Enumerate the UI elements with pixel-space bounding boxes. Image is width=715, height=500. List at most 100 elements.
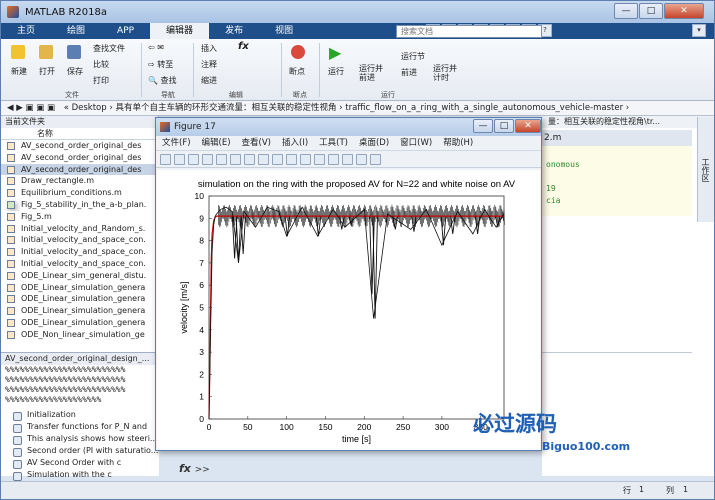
file-row[interactable]: ODE_Non_linear_simulation_ge <box>1 329 158 341</box>
command-window[interactable] <box>542 352 692 476</box>
file-row[interactable]: ODE_Linear_simulation_genera <box>1 293 158 305</box>
search-documentation-input[interactable]: 搜索文档 <box>396 25 542 38</box>
compare-button[interactable]: 比较 <box>93 59 109 70</box>
tab-home[interactable]: 主页 <box>1 23 51 39</box>
find-files-button[interactable]: 查找文件 <box>93 43 125 54</box>
hide-tools-icon[interactable] <box>356 153 367 165</box>
figure-minimize-button[interactable]: — <box>473 119 493 133</box>
save-button[interactable] <box>67 45 81 61</box>
editor-tab[interactable]: 2.m <box>542 130 692 146</box>
comment-button[interactable]: 注释 <box>201 59 217 70</box>
group-bp-label: 断点 <box>293 91 307 99</box>
name-column-header[interactable]: 名称 <box>1 128 158 140</box>
file-row[interactable]: Initial_velocity_and_space_con. <box>1 234 158 246</box>
fx-button[interactable]: fx <box>238 41 249 52</box>
run-section-button[interactable]: 运行节 <box>401 51 425 62</box>
section-item[interactable]: Initialization <box>1 409 159 421</box>
file-row[interactable]: ODE_Linear_simulation_genera <box>1 317 158 329</box>
file-row[interactable]: AV_second_order_original_des <box>1 163 158 176</box>
address-path: « Desktop › 具有单个自主车辆的环形交通流量：相互关联的稳定性视角 ›… <box>63 103 630 113</box>
brush-icon[interactable] <box>300 153 311 165</box>
run-time-button[interactable]: 运行并 计时 <box>433 64 457 82</box>
pan-icon[interactable] <box>258 153 269 165</box>
menu-window[interactable]: 窗口(W) <box>400 136 432 150</box>
file-row[interactable]: Initial_velocity_and_Random_s. <box>1 223 158 235</box>
menu-help[interactable]: 帮助(H) <box>443 136 473 150</box>
colorbar-icon[interactable] <box>328 153 339 165</box>
address-bar[interactable]: ◀ ▶ ▣ ▣ ▣ « Desktop › 具有单个自主车辆的环形交通流量：相互… <box>1 101 714 116</box>
y-tick-label: 8 <box>199 236 204 246</box>
new-button[interactable] <box>11 45 25 61</box>
file-row[interactable]: AV_second_order_original_des <box>1 152 158 164</box>
link-icon[interactable] <box>314 153 325 165</box>
print-icon[interactable] <box>202 153 213 165</box>
file-row[interactable]: Fig_5.m <box>1 211 158 223</box>
menu-insert[interactable]: 插入(I) <box>282 136 308 150</box>
print-button[interactable]: 打印 <box>93 75 109 86</box>
workspace-tab[interactable]: 工作区 <box>697 117 714 222</box>
file-row[interactable]: Fig_5_stability_in_the_a-b_plan. <box>1 199 158 211</box>
menu-view[interactable]: 查看(V) <box>242 136 271 150</box>
zoom-out-icon[interactable] <box>244 153 255 165</box>
run-advance-button[interactable]: 运行并 前进 <box>359 64 383 82</box>
file-row[interactable]: Initial_velocity_and_space_con. <box>1 258 158 270</box>
dock-icon[interactable] <box>370 153 381 165</box>
file-name: ODE_Linear_sim_general_distu. <box>21 270 147 280</box>
section-item[interactable]: This analysis shows how steeri... <box>1 433 159 445</box>
m-file-icon <box>7 259 15 268</box>
command-fx-icon: fx >> <box>179 462 210 475</box>
nav-back-icon[interactable]: ◀ ▶ ▣ ▣ ▣ <box>7 103 55 113</box>
code-line: onomous <box>546 160 580 169</box>
indent-button[interactable]: 缩进 <box>201 75 217 86</box>
file-row[interactable]: Draw_rectangle.m <box>1 175 158 187</box>
file-row[interactable]: ODE_Linear_simulation_genera <box>1 305 158 317</box>
zoom-in-icon[interactable] <box>230 153 241 165</box>
open-button[interactable] <box>39 45 53 61</box>
pointer-icon[interactable] <box>216 153 227 165</box>
tab-apps[interactable]: APP <box>101 23 150 39</box>
file-row[interactable]: AV_second_order_original_des <box>1 140 158 152</box>
command-prompt[interactable]: >> <box>195 465 210 475</box>
file-row[interactable]: Initial_velocity_and_space_con. <box>1 246 158 258</box>
file-row[interactable]: ODE_Linear_simulation_genera <box>1 282 158 294</box>
menu-edit[interactable]: 编辑(E) <box>202 136 231 150</box>
x-tick-label: 200 <box>357 422 371 432</box>
tab-publish[interactable]: 发布 <box>209 23 259 39</box>
nav-back-icon[interactable]: ⇦ ✉ <box>148 43 164 52</box>
editor-code-area[interactable]: onomous 19 cia <box>542 146 692 216</box>
x-tick-label: 50 <box>243 422 253 432</box>
section-item[interactable]: Transfer functions for P_N and <box>1 421 159 433</box>
open-icon[interactable] <box>174 153 185 165</box>
file-row[interactable]: ODE_Linear_sim_general_distu. <box>1 270 158 282</box>
menu-file[interactable]: 文件(F) <box>162 136 191 150</box>
minimize-button[interactable]: — <box>614 3 638 19</box>
new-figure-icon[interactable] <box>160 153 171 165</box>
menu-tools[interactable]: 工具(T) <box>319 136 348 150</box>
menu-desktop[interactable]: 桌面(D) <box>359 136 389 150</box>
section-item[interactable]: Second order (PI with saturatio... <box>1 445 159 457</box>
figure-maximize-button[interactable]: □ <box>494 119 514 133</box>
legend-icon[interactable] <box>342 153 353 165</box>
data-cursor-icon[interactable] <box>286 153 297 165</box>
save-icon[interactable] <box>188 153 199 165</box>
run-icon[interactable]: ▶ <box>329 43 341 62</box>
advance-button[interactable]: 前进 <box>401 67 417 78</box>
tab-plots[interactable]: 绘图 <box>51 23 101 39</box>
maximize-button[interactable]: □ <box>639 3 663 19</box>
tab-view[interactable]: 视图 <box>259 23 309 39</box>
status-bar: 行 1 列 1 <box>1 481 714 499</box>
group-nav-label: 导航 <box>161 91 175 99</box>
figure-close-button[interactable]: ✕ <box>515 119 541 133</box>
find-button[interactable]: 🔍 查找 <box>148 75 177 86</box>
run-button[interactable]: 运行 <box>328 66 344 77</box>
insert-button[interactable]: 插入 <box>201 43 217 54</box>
section-item[interactable]: AV Second Order with c <box>1 457 159 469</box>
section-item[interactable]: Simulation with the c <box>1 469 159 481</box>
goto-button[interactable]: ⇨ 转至 <box>148 59 173 70</box>
rotate-icon[interactable] <box>272 153 283 165</box>
file-row[interactable]: Equilibrium_conditions.m <box>1 187 158 199</box>
breakpoints-button[interactable] <box>291 45 305 61</box>
close-button[interactable]: ✕ <box>664 3 704 19</box>
filter-icon[interactable]: ▾ <box>692 24 706 37</box>
tab-editor[interactable]: 编辑器 <box>150 23 210 39</box>
